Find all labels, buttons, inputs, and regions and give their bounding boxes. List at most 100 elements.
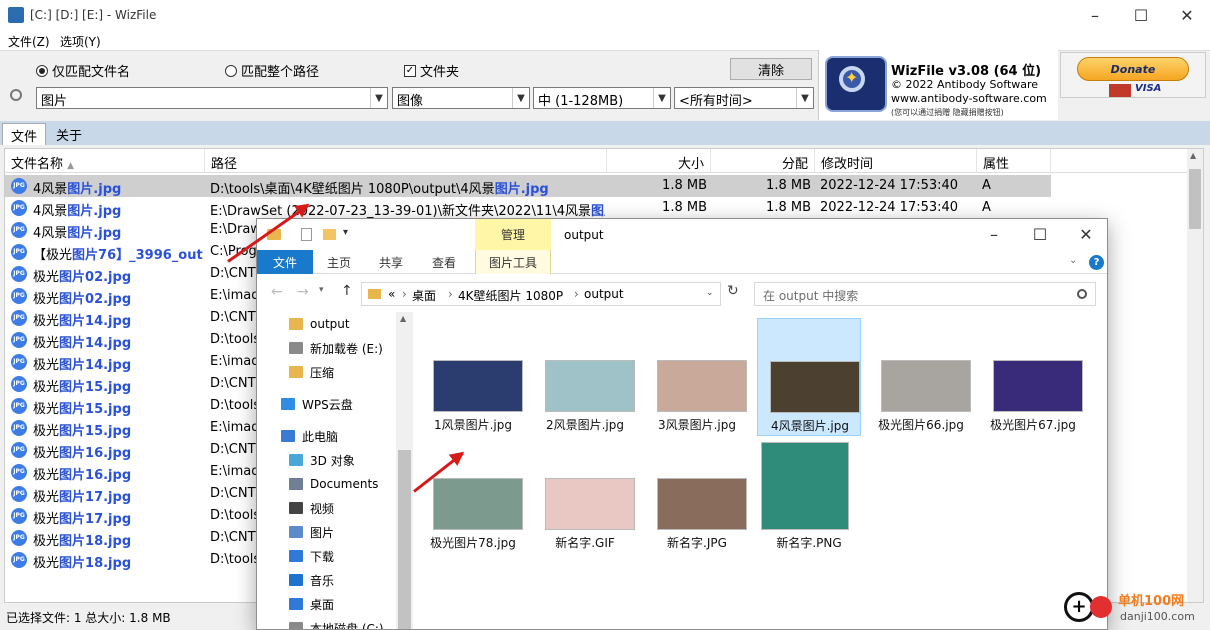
type-select[interactable]: 图像 ▼: [392, 87, 530, 109]
nav-item[interactable]: Documents: [289, 472, 378, 496]
radio-filename-only[interactable]: 仅匹配文件名: [36, 61, 130, 80]
jpg-file-icon: JPG: [11, 354, 27, 370]
file-thumbnail[interactable]: 新名字.JPG: [645, 436, 749, 554]
nav-item-label: 3D 对象: [310, 453, 355, 468]
name-suffix: 15.jpg: [85, 380, 132, 395]
chevron-down-icon[interactable]: ▼: [512, 88, 529, 108]
nav-scrollbar-thumb[interactable]: [398, 450, 411, 629]
column-header-size[interactable]: 大小: [607, 149, 711, 173]
back-arrow-icon[interactable]: ←: [271, 284, 283, 300]
website-link[interactable]: www.antibody-software.com: [891, 92, 1047, 105]
tab-files[interactable]: 文件: [2, 123, 47, 145]
file-thumbnail[interactable]: 新名字.PNG: [757, 436, 861, 554]
menu-file[interactable]: 文件(Z): [8, 33, 50, 50]
forward-arrow-icon[interactable]: →: [297, 284, 309, 300]
nav-item[interactable]: 3D 对象: [289, 448, 355, 472]
file-thumbnail[interactable]: 2风景图片.jpg: [533, 318, 637, 436]
explorer-search-input[interactable]: 在 output 中搜索: [754, 282, 1096, 306]
folder-icon: [368, 289, 381, 299]
jpg-file-icon: JPG: [11, 376, 27, 392]
column-header-modified[interactable]: 修改时间: [815, 149, 977, 173]
clear-button[interactable]: 清除: [730, 58, 812, 80]
table-row[interactable]: JPG 4风景图片.jpg D:\tools\桌面\4K壁纸图片 1080P\out…: [5, 175, 1051, 197]
file-thumbnail[interactable]: 极光图片78.jpg: [421, 436, 525, 554]
row-file-name: 极光图片02.jpg: [33, 266, 203, 285]
explorer-close-button[interactable]: ✕: [1063, 219, 1107, 249]
nav-item[interactable]: 压缩: [289, 360, 334, 384]
nav-scrollbar[interactable]: ▲: [396, 312, 413, 629]
row-file-name: 4风景图片.jpg: [33, 200, 203, 219]
file-thumbnail[interactable]: 1风景图片.jpg: [421, 318, 525, 436]
time-select[interactable]: <所有时间> ▼: [674, 87, 814, 109]
nav-item-label: 压缩: [310, 365, 335, 380]
radio-full-path[interactable]: 匹配整个路径: [225, 61, 319, 80]
nav-item[interactable]: 本地磁盘 (C:): [289, 616, 384, 629]
chevron-down-icon[interactable]: ▼: [796, 88, 813, 108]
name-match: 图片: [59, 358, 86, 373]
path-match: 图片: [591, 204, 605, 219]
jpg-file-icon: JPG: [11, 442, 27, 458]
size-select[interactable]: 中 (1-128MB) ▼: [533, 87, 671, 109]
new-folder-icon[interactable]: [323, 229, 336, 240]
address-dropdown-icon[interactable]: ⌄: [706, 288, 714, 298]
help-icon[interactable]: ?: [1089, 255, 1104, 270]
nav-item[interactable]: 此电脑: [281, 424, 338, 448]
up-arrow-icon[interactable]: ↑: [341, 283, 353, 299]
ribbon-tab-view[interactable]: 查看: [432, 254, 456, 271]
column-header-attr[interactable]: 属性: [977, 149, 1051, 173]
folder-checkbox[interactable]: ✓ 文件夹: [404, 61, 459, 80]
ribbon-tab-home[interactable]: 主页: [327, 254, 351, 271]
nav-item[interactable]: 图片: [289, 520, 334, 544]
menu-options[interactable]: 选项(Y): [60, 33, 101, 50]
ribbon-expand-icon[interactable]: ⌄: [1069, 255, 1077, 266]
column-header-alloc[interactable]: 分配: [711, 149, 815, 173]
nav-item[interactable]: 视频: [289, 496, 334, 520]
jpg-file-icon: JPG: [11, 332, 27, 348]
nav-item[interactable]: 桌面: [289, 592, 334, 616]
nav-item[interactable]: 下载: [289, 544, 334, 568]
breadcrumb-wallpaper[interactable]: 4K壁纸图片 1080P: [458, 287, 563, 304]
properties-icon[interactable]: [301, 228, 312, 241]
quick-access-dropdown-icon[interactable]: ▾: [343, 227, 348, 238]
explorer-minimize-button[interactable]: –: [971, 219, 1017, 249]
nav-item[interactable]: WPS云盘: [281, 392, 353, 416]
row-alloc: 1.8 MB: [766, 178, 811, 193]
table-row[interactable]: JPG 4风景图片.jpg E:\DrawSet (2022-07-23_13-39…: [5, 197, 1051, 219]
explorer-maximize-button[interactable]: ☐: [1017, 219, 1063, 249]
name-prefix: 极光: [33, 534, 60, 549]
nav-item[interactable]: 新加载卷 (E:): [289, 336, 383, 360]
close-button[interactable]: ✕: [1164, 0, 1210, 30]
breadcrumb-desktop[interactable]: 桌面: [412, 287, 436, 304]
column-header-name[interactable]: 文件名称 ▲: [5, 149, 205, 173]
search-input[interactable]: 图片 ▼: [36, 87, 388, 109]
recent-locations-icon[interactable]: ▾: [319, 285, 324, 295]
manage-tab[interactable]: 管理: [475, 219, 551, 250]
file-thumbnail[interactable]: 新名字.GIF: [533, 436, 637, 554]
scroll-up-icon[interactable]: ▲: [400, 314, 406, 323]
nav-item[interactable]: 音乐: [289, 568, 334, 592]
file-thumbnail[interactable]: 4风景图片.jpg: [757, 318, 861, 436]
tab-about[interactable]: 关于: [48, 123, 90, 145]
donate-button[interactable]: Donate: [1077, 57, 1189, 81]
ribbon-tab-picture-tools[interactable]: 图片工具: [475, 250, 551, 274]
refresh-icon[interactable]: ↻: [727, 283, 739, 299]
ribbon-tab-share[interactable]: 共享: [379, 254, 403, 271]
scroll-up-icon[interactable]: ▲: [1190, 151, 1196, 160]
chevron-down-icon[interactable]: ▼: [653, 88, 670, 108]
nav-item[interactable]: output: [289, 312, 350, 336]
maximize-button[interactable]: ☐: [1118, 0, 1164, 30]
address-bar[interactable]: « › 桌面 › 4K壁纸图片 1080P › output ⌄: [361, 282, 721, 306]
file-thumbnail[interactable]: 极光图片66.jpg: [869, 318, 973, 436]
ribbon-tab-file[interactable]: 文件: [257, 250, 313, 274]
name-prefix: 4风景: [33, 204, 68, 219]
file-thumbnail[interactable]: 3风景图片.jpg: [645, 318, 749, 436]
breadcrumb-overflow[interactable]: «: [388, 287, 395, 301]
scrollbar-thumb[interactable]: [1189, 169, 1201, 229]
breadcrumb-output[interactable]: output: [584, 287, 624, 301]
vertical-scrollbar[interactable]: ▲: [1187, 149, 1203, 602]
chevron-down-icon[interactable]: ▼: [370, 88, 387, 108]
file-thumbnail[interactable]: 极光图片67.jpg: [981, 318, 1085, 436]
donate-note: (您可以通过捐赠 隐藏捐赠按钮): [891, 108, 1004, 117]
minimize-button[interactable]: –: [1072, 0, 1118, 30]
column-header-path[interactable]: 路径: [205, 149, 607, 173]
